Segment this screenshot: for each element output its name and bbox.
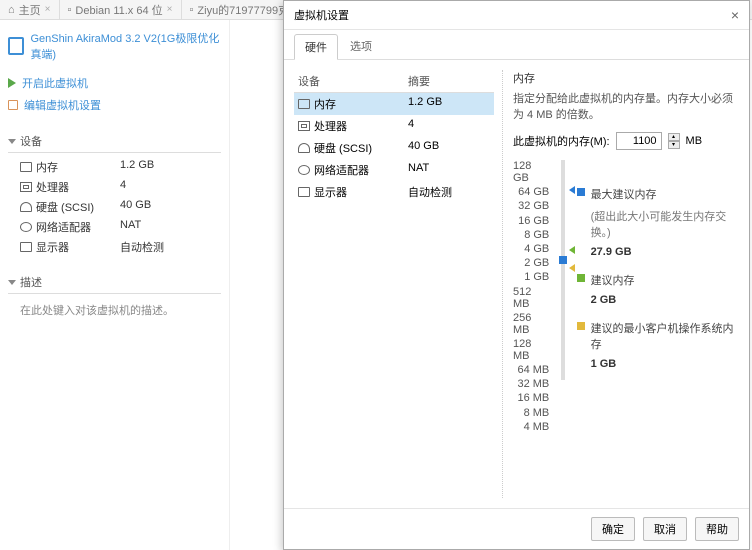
dialog-device-row[interactable]: 显示器自动检测 xyxy=(294,181,494,203)
dialog-device-row[interactable]: 内存1.2 GB xyxy=(294,93,494,115)
tick-label: 32 GB xyxy=(518,200,549,212)
i-mem-icon xyxy=(20,162,32,172)
tick-label: 16 MB xyxy=(517,392,549,404)
dialog-close-button[interactable]: × xyxy=(731,7,739,23)
i-mem-icon xyxy=(298,99,310,109)
tick-label: 4 MB xyxy=(524,421,550,433)
i-cpu-icon xyxy=(20,182,32,192)
device-row[interactable]: 显示器自动检测 xyxy=(8,237,221,257)
tick-label: 8 MB xyxy=(524,407,550,419)
vm-settings-dialog: 虚拟机设置 × 硬件 选项 设备摘要 内存1.2 GB处理器4硬盘 (SCSI)… xyxy=(283,0,750,550)
device-row[interactable]: 内存1.2 GB xyxy=(8,157,221,177)
tick-label: 1 GB xyxy=(524,271,549,283)
play-icon xyxy=(8,78,16,88)
tab-options[interactable]: 选项 xyxy=(340,34,382,59)
memory-unit: MB xyxy=(686,135,703,147)
dialog-device-row[interactable]: 硬盘 (SCSI)40 GB xyxy=(294,137,494,159)
spin-up[interactable]: ▴ xyxy=(668,133,680,141)
legend-rec: 建议内存 xyxy=(591,272,635,288)
tick-label: 64 GB xyxy=(518,186,549,198)
cancel-button[interactable]: 取消 xyxy=(643,517,687,541)
dialog-device-row[interactable]: 网络适配器NAT xyxy=(294,159,494,181)
tick-label: 512 MB xyxy=(513,286,549,310)
tick-label: 8 GB xyxy=(524,229,549,241)
i-net-icon xyxy=(20,222,32,232)
legend-min: 建议的最小客户机操作系统内存 xyxy=(591,320,739,352)
caret-down-icon xyxy=(8,280,16,285)
tick-label: 128 GB xyxy=(513,160,549,184)
memory-spinner[interactable]: ▴▾ xyxy=(668,133,680,149)
tick-label: 4 GB xyxy=(524,243,549,255)
i-disp-icon xyxy=(20,242,32,252)
i-net-icon xyxy=(298,165,310,175)
tick-label: 256 MB xyxy=(513,312,549,336)
memory-input[interactable] xyxy=(616,132,662,150)
legend-max: 最大建议内存 xyxy=(591,186,657,202)
memory-label: 此虚拟机的内存(M): xyxy=(513,133,610,149)
device-row[interactable]: 处理器4 xyxy=(8,177,221,197)
tick-label: 2 GB xyxy=(524,257,549,269)
device-list: 设备摘要 内存1.2 GB处理器4硬盘 (SCSI)40 GB网络适配器NAT显… xyxy=(294,70,494,498)
memory-group-title: 内存 xyxy=(513,70,739,86)
tick-label: 32 MB xyxy=(517,378,549,390)
tick-label: 16 GB xyxy=(518,215,549,227)
caret-down-icon xyxy=(8,139,16,144)
ok-button[interactable]: 确定 xyxy=(591,517,635,541)
description-placeholder[interactable]: 在此处键入对该虚拟机的描述。 xyxy=(8,298,221,318)
devices-section-header[interactable]: 设备 xyxy=(8,130,221,153)
rec-marker-icon xyxy=(569,246,575,254)
edit-vm-button[interactable]: 编辑虚拟机设置 xyxy=(8,94,221,116)
memory-desc: 指定分配给此虚拟机的内存量。内存大小必须为 4 MB 的倍数。 xyxy=(513,90,739,122)
device-row[interactable]: 硬盘 (SCSI)40 GB xyxy=(8,197,221,217)
description-section-header[interactable]: 描述 xyxy=(8,271,221,294)
i-disk-icon xyxy=(298,143,310,153)
dialog-device-row[interactable]: 处理器4 xyxy=(294,115,494,137)
vm-sidebar: GenShin AkiraMod 3.2 V2(1G极限优化真端) 开启此虚拟机… xyxy=(0,20,230,550)
i-disk-icon xyxy=(20,202,32,212)
tab-debian[interactable]: ▫Debian 11.x 64 位× xyxy=(60,0,182,19)
close-icon[interactable]: × xyxy=(167,4,173,15)
tab-hardware[interactable]: 硬件 xyxy=(294,34,338,60)
vm-title: GenShin AkiraMod 3.2 V2(1G极限优化真端) xyxy=(8,26,221,72)
memory-scale-ticks: 128 GB 64 GB 32 GB 16 GB 8 GB 4 GB 2 GB 1 GB 512… xyxy=(513,160,549,433)
current-marker-icon xyxy=(559,256,567,264)
close-icon[interactable]: × xyxy=(45,4,51,15)
memory-slider[interactable] xyxy=(555,160,570,380)
min-marker-icon xyxy=(569,264,575,272)
i-disp-icon xyxy=(298,187,310,197)
dialog-titlebar: 虚拟机设置 × xyxy=(284,1,749,30)
vm-icon xyxy=(8,37,24,55)
start-vm-button[interactable]: 开启此虚拟机 xyxy=(8,72,221,94)
max-marker-icon xyxy=(569,186,575,194)
tab-home[interactable]: ⌂主页× xyxy=(0,0,60,19)
device-row[interactable]: 网络适配器NAT xyxy=(8,217,221,237)
tick-label: 128 MB xyxy=(513,338,549,362)
spin-down[interactable]: ▾ xyxy=(668,141,680,149)
tick-label: 64 MB xyxy=(517,364,549,376)
i-cpu-icon xyxy=(298,121,310,131)
edit-icon xyxy=(8,100,18,110)
help-button[interactable]: 帮助 xyxy=(695,517,739,541)
